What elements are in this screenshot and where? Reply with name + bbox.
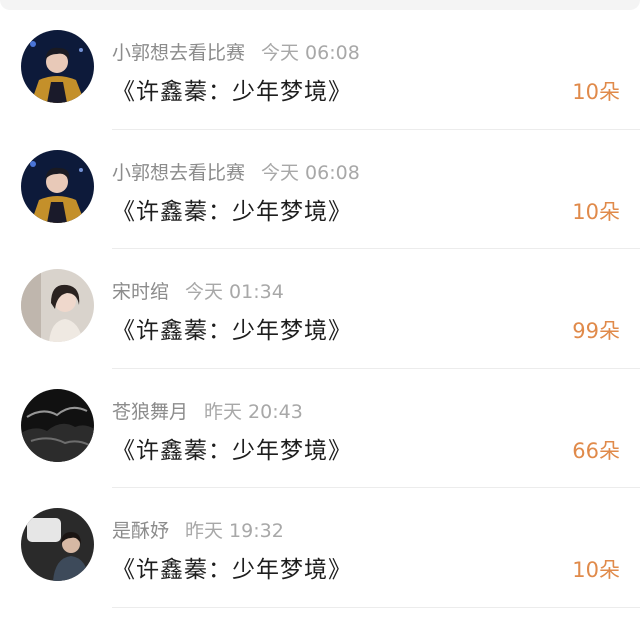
username[interactable]: 小郭想去看比赛 — [112, 42, 245, 64]
comment-title[interactable]: 《许鑫蓁：少年梦境》 — [112, 311, 352, 345]
flower-count: 10朵 — [572, 558, 620, 582]
comment-row[interactable]: 小郭想去看比赛 今天 06:08 《许鑫蓁：少年梦境》 10朵 — [0, 130, 640, 250]
avatar[interactable] — [21, 269, 94, 342]
comment-meta: 小郭想去看比赛 今天 06:08 — [112, 158, 360, 185]
avatar-person-window-icon — [21, 508, 94, 581]
username[interactable]: 苍狼舞月 — [112, 401, 188, 423]
username[interactable]: 小郭想去看比赛 — [112, 162, 245, 184]
timestamp: 昨天 19:32 — [185, 520, 284, 542]
timestamp: 今天 01:34 — [185, 281, 284, 303]
username[interactable]: 宋时绾 — [112, 281, 169, 303]
avatar[interactable] — [21, 30, 94, 103]
flower-count: 10朵 — [572, 199, 620, 224]
username[interactable]: 是酥妤 — [112, 520, 169, 542]
comment-row[interactable]: 小郭想去看比赛 今天 06:08 《许鑫蓁：少年梦境》 10朵 — [0, 10, 640, 130]
comment-title[interactable]: 《许鑫蓁：少年梦境》 — [112, 72, 352, 106]
avatar[interactable] — [21, 508, 94, 581]
timestamp: 今天 06:08 — [261, 161, 360, 184]
avatar-stage-performer-icon — [21, 149, 94, 223]
timestamp: 昨天 20:43 — [204, 400, 303, 423]
comment-meta: 小郭想去看比赛 今天 06:08 — [112, 38, 360, 65]
flower-count: 66朵 — [572, 438, 620, 463]
comment-row[interactable]: 是酥妤 昨天 19:32 《许鑫蓁：少年梦境》 10朵 — [0, 488, 640, 608]
comment-meta: 是酥妤 昨天 19:32 — [112, 516, 284, 543]
avatar-stage-performer-icon — [21, 30, 94, 103]
comment-row[interactable]: 宋时绾 今天 01:34 《许鑫蓁：少年梦境》 99朵 — [0, 249, 640, 369]
comment-page: 小郭想去看比赛 今天 06:08 《许鑫蓁：少年梦境》 10朵 小郭想去看比赛 今天… — [0, 0, 640, 617]
avatar-woman-portrait-icon — [21, 269, 94, 342]
comment-row[interactable]: 苍狼舞月 昨天 20:43 《许鑫蓁：少年梦境》 66朵 — [0, 369, 640, 489]
comment-title[interactable]: 《许鑫蓁：少年梦境》 — [112, 431, 352, 465]
comment-title[interactable]: 《许鑫蓁：少年梦境》 — [112, 192, 352, 226]
flower-count: 99朵 — [572, 319, 620, 343]
avatar-dark-landscape-icon — [21, 388, 94, 462]
flower-count: 10朵 — [572, 80, 620, 104]
top-bar — [0, 0, 640, 10]
avatar[interactable] — [21, 388, 94, 462]
comment-list: 小郭想去看比赛 今天 06:08 《许鑫蓁：少年梦境》 10朵 小郭想去看比赛 今天… — [0, 10, 640, 608]
timestamp: 今天 06:08 — [261, 42, 360, 64]
comment-title[interactable]: 《许鑫蓁：少年梦境》 — [112, 550, 352, 584]
avatar[interactable] — [21, 149, 94, 223]
comment-meta: 宋时绾 今天 01:34 — [112, 277, 284, 304]
comment-meta: 苍狼舞月 昨天 20:43 — [112, 397, 303, 424]
